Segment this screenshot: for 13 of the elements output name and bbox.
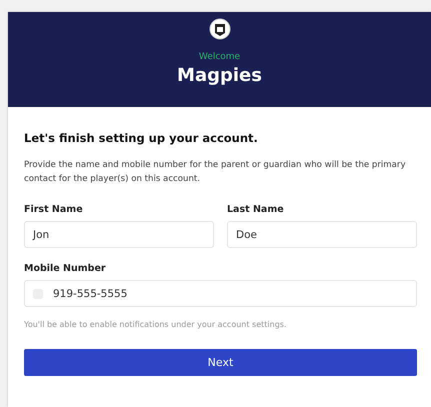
form-heading: Let's finish setting up your account. — [24, 131, 259, 145]
club-name: Magpies — [177, 65, 262, 86]
input-field[interactable]: Doe — [227, 221, 417, 248]
hint-text: You'll be able to enable notifications under your account settings. — [24, 320, 288, 329]
field-label: Mobile Number — [24, 263, 107, 274]
next-button[interactable]: Next — [24, 349, 417, 376]
intro-text: Provide the name and mobile number for the parent or guardian who will be the primary contact for the player(s) on this account. — [24, 159, 407, 186]
phone-input-field[interactable]: 919-555-5555 — [24, 280, 417, 307]
input-field[interactable]: Jon — [24, 221, 214, 248]
shield-logo-icon — [208, 18, 230, 40]
field-label: First Name — [24, 204, 84, 215]
welcome-text: Welcome — [198, 52, 240, 62]
field-label: Last Name — [227, 204, 285, 215]
